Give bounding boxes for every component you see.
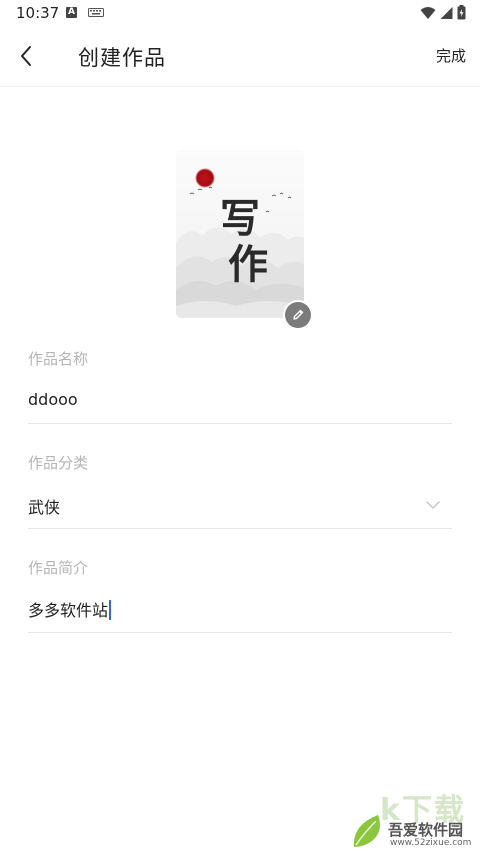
cover-title-char-2: 作 bbox=[228, 242, 268, 288]
battery-icon bbox=[457, 5, 466, 20]
intro-input[interactable]: 多多软件站 bbox=[28, 597, 112, 621]
back-button[interactable] bbox=[10, 40, 42, 72]
category-label: 作品分类 bbox=[28, 454, 89, 472]
pencil-icon bbox=[293, 309, 304, 320]
app-bar: 创建作品 完成 bbox=[0, 26, 480, 87]
cover-artwork: 写 作 bbox=[176, 150, 304, 318]
chevron-down-icon[interactable] bbox=[426, 500, 440, 510]
edit-cover-button[interactable] bbox=[285, 302, 311, 328]
category-divider bbox=[28, 528, 452, 529]
status-time: 10:37 bbox=[16, 4, 60, 22]
sun-shape bbox=[195, 168, 215, 188]
page-title: 创建作品 bbox=[78, 46, 166, 70]
back-arrow-icon bbox=[21, 46, 31, 66]
signal-icon bbox=[440, 6, 453, 19]
name-divider bbox=[28, 423, 452, 424]
cover-title-char-1: 写 bbox=[220, 196, 260, 242]
cover-container: 写 作 bbox=[176, 150, 311, 328]
notification-a-icon: A bbox=[66, 7, 77, 18]
status-right bbox=[420, 5, 466, 20]
text-caret bbox=[109, 600, 112, 620]
name-input[interactable]: ddooo bbox=[28, 390, 78, 409]
keyboard-icon bbox=[88, 8, 104, 17]
watermark-name: 吾爱软件园 bbox=[388, 821, 464, 839]
intro-label: 作品简介 bbox=[28, 559, 89, 577]
leaf-logo-icon bbox=[353, 815, 380, 847]
cover-image[interactable]: 写 作 bbox=[176, 150, 304, 318]
name-field: 作品名称 ddooo bbox=[28, 348, 452, 424]
intro-text: 多多软件站 bbox=[28, 601, 109, 620]
wifi-icon bbox=[420, 6, 436, 19]
status-bar: 10:37 A bbox=[0, 0, 480, 26]
done-button[interactable]: 完成 bbox=[436, 45, 466, 66]
watermark: k下载 吾爱软件园 www.52zixue.com bbox=[350, 785, 480, 853]
category-select[interactable]: 武侠 bbox=[28, 494, 60, 518]
intro-divider bbox=[28, 632, 452, 633]
category-field: 作品分类 武侠 bbox=[28, 452, 452, 529]
watermark-url: www.52zixue.com bbox=[390, 838, 472, 848]
intro-field: 作品简介 多多软件站 bbox=[28, 557, 452, 633]
name-label: 作品名称 bbox=[28, 350, 89, 368]
